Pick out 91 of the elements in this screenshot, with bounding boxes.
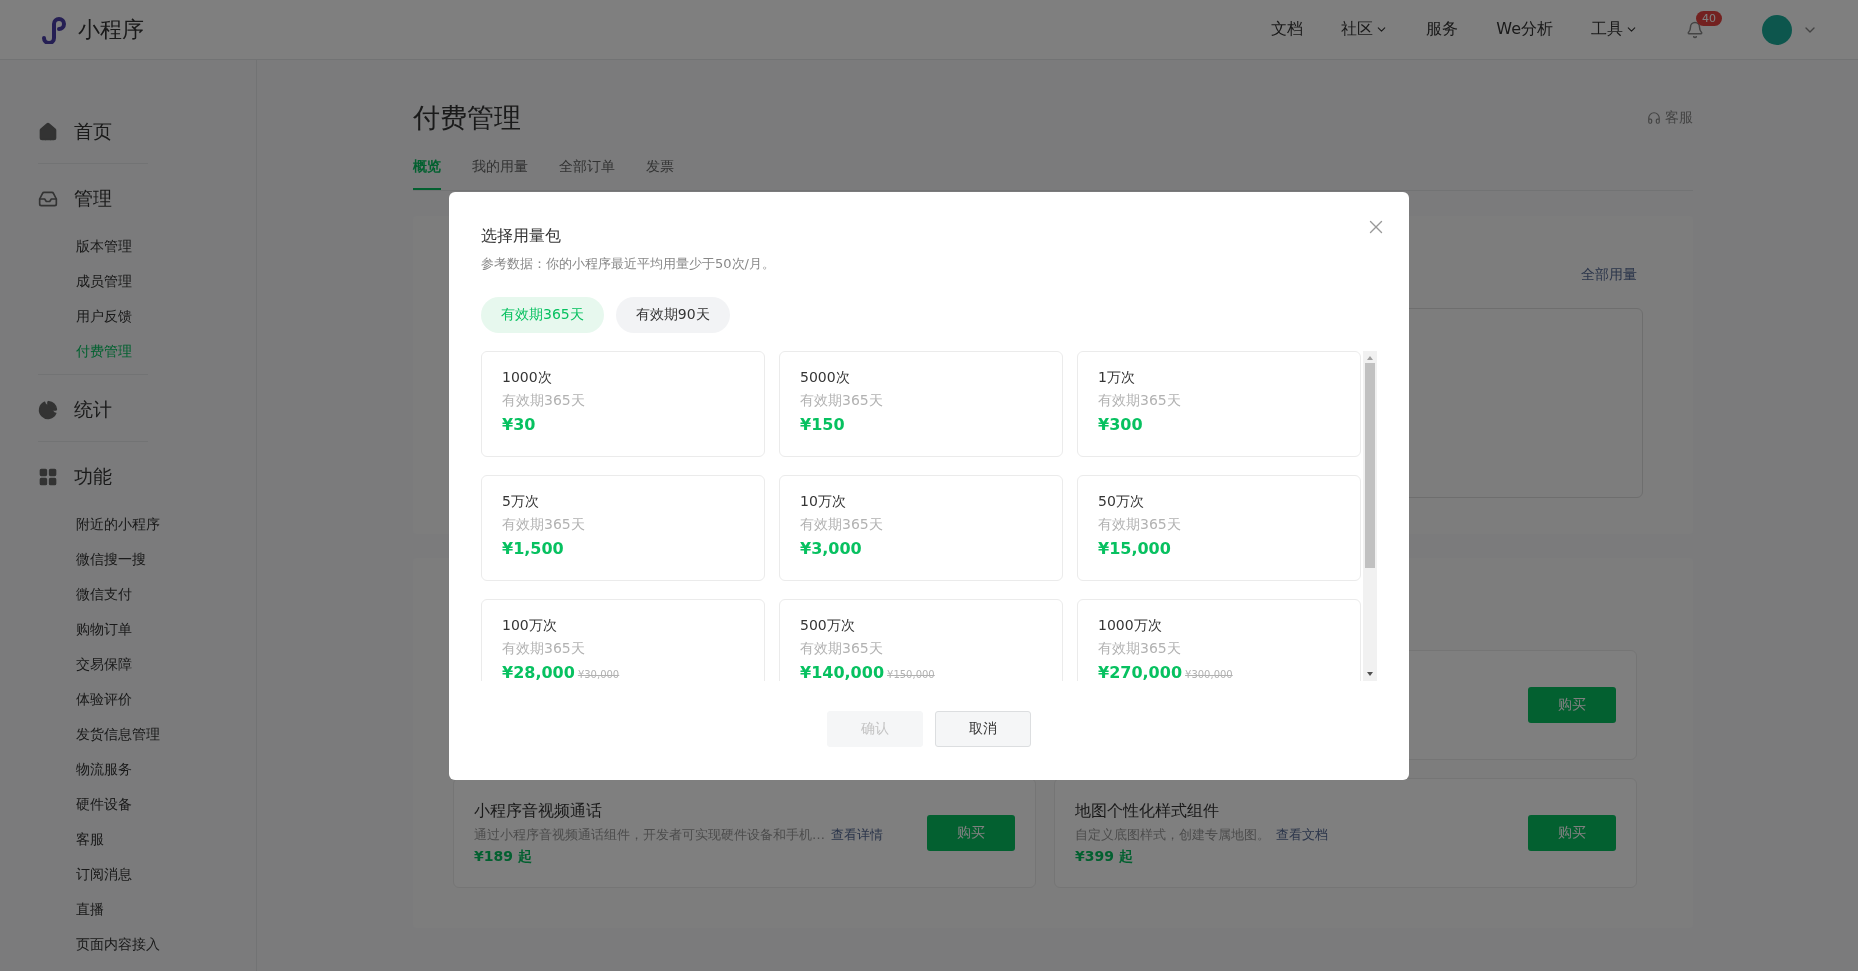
sidebar-item[interactable]: 硬件设备 — [76, 787, 256, 822]
package-card[interactable]: 1万次 有效期365天 ¥300 — [1077, 350, 1361, 457]
original-price: ¥300,000 — [1185, 668, 1233, 680]
nav-link[interactable]: 服务 — [1426, 19, 1459, 40]
tab[interactable]: 全部订单 — [559, 158, 615, 190]
sidebar-item[interactable]: 版本管理 — [76, 229, 256, 264]
sidebar-section[interactable]: 统计 — [74, 397, 112, 423]
pie-chart-icon — [38, 400, 58, 420]
nav-link[interactable]: We分析 — [1496, 19, 1553, 40]
package-price: ¥270,000 — [1098, 662, 1182, 681]
package-price: ¥150 — [800, 414, 845, 434]
original-price: ¥150,000 — [887, 668, 935, 680]
package-count: 100万次 — [502, 616, 558, 635]
package-validity: 有效期365天 — [800, 391, 884, 410]
package-price: ¥3,000 — [800, 538, 862, 558]
package-card[interactable]: 100万次 有效期365天 ¥28,000 ¥30,000 — [481, 598, 765, 681]
product-title: 地图个性化样式组件 — [1075, 800, 1220, 822]
logo-text: 小程序 — [78, 15, 144, 44]
package-price: ¥140,000 — [800, 662, 884, 681]
package-price: ¥30 — [502, 414, 536, 434]
page-title: 付费管理 — [413, 101, 521, 135]
package-card[interactable]: 5000次 有效期365天 ¥150 — [779, 350, 1063, 457]
headset-icon — [1647, 111, 1661, 125]
package-count: 50万次 — [1098, 492, 1145, 511]
sidebar-item[interactable]: 页面内容接入 — [76, 927, 256, 962]
sidebar-item[interactable]: 订阅消息 — [76, 857, 256, 892]
sidebar-item[interactable]: 微信搜一搜 — [76, 542, 256, 577]
package-count: 5万次 — [502, 492, 540, 511]
period-option[interactable]: 有效期365天 — [481, 296, 604, 333]
package-count: 5000次 — [800, 368, 851, 387]
package-validity: 有效期365天 — [502, 515, 586, 534]
original-price: ¥30,000 — [577, 668, 620, 680]
tab[interactable]: 发票 — [646, 158, 674, 190]
package-price: ¥28,000 — [502, 662, 575, 681]
dialog-title: 选择用量包 — [481, 225, 562, 247]
inbox-icon — [38, 189, 58, 209]
detail-link[interactable]: 查看文档 — [1276, 826, 1328, 842]
package-validity: 有效期365天 — [1098, 515, 1182, 534]
sidebar-item[interactable]: 附近的小程序 — [76, 507, 256, 542]
package-card[interactable]: 1000万次 有效期365天 ¥270,000 ¥300,000 — [1077, 598, 1361, 681]
detail-link[interactable]: 查看详情 — [831, 826, 883, 842]
sidebar-item[interactable]: 体验评价 — [76, 682, 256, 717]
usage-link[interactable]: 全部用量 — [1581, 266, 1637, 284]
package-price: ¥1,500 — [502, 538, 564, 558]
sidebar-item[interactable]: 客服 — [76, 822, 256, 857]
home-icon — [38, 122, 58, 142]
package-count: 1万次 — [1098, 368, 1136, 387]
sidebar-item[interactable]: 直播 — [76, 892, 256, 927]
nav-link[interactable]: 工具 — [1591, 19, 1638, 40]
avatar[interactable] — [1762, 14, 1792, 45]
package-validity: 有效期365天 — [800, 639, 884, 658]
sidebar-item[interactable]: 用户反馈 — [76, 299, 256, 334]
bell-icon[interactable] — [1686, 20, 1704, 39]
package-validity: 有效期365天 — [502, 391, 586, 410]
package-count: 1000万次 — [1098, 616, 1163, 635]
package-price: ¥300 — [1098, 414, 1143, 434]
package-validity: 有效期365天 — [1098, 639, 1182, 658]
package-validity: 有效期365天 — [1098, 391, 1182, 410]
period-option[interactable]: 有效期90天 — [615, 296, 730, 333]
package-count: 1000次 — [502, 368, 553, 387]
sidebar-item[interactable]: 成员管理 — [76, 264, 256, 299]
package-card[interactable]: 1000次 有效期365天 ¥30 — [481, 350, 765, 457]
sidebar-item[interactable]: 微信支付 — [76, 577, 256, 612]
sidebar-item[interactable]: 发货信息管理 — [76, 717, 256, 752]
sidebar-item[interactable]: 购物订单 — [76, 612, 256, 647]
scroll-down-icon[interactable] — [1366, 670, 1374, 677]
package-card[interactable]: 10万次 有效期365天 ¥3,000 — [779, 474, 1063, 581]
product-price: ¥189 起 — [474, 847, 533, 866]
sidebar-item[interactable]: 交易保障 — [76, 647, 256, 682]
nav-link[interactable]: 社区 — [1341, 19, 1389, 40]
sidebar-section[interactable]: 管理 — [74, 186, 112, 212]
package-price: ¥15,000 — [1098, 538, 1171, 558]
dialog-note: 参考数据：你的小程序最近平均用量少于50次/月。 — [481, 254, 776, 273]
product-title: 小程序音视频通话 — [474, 800, 603, 822]
sidebar-section[interactable]: 功能 — [74, 464, 112, 490]
notification-badge: 40 — [1696, 10, 1722, 26]
sidebar-section[interactable]: 首页 — [74, 119, 112, 145]
package-card[interactable]: 5万次 有效期365天 ¥1,500 — [481, 474, 765, 581]
tab[interactable]: 我的用量 — [472, 158, 528, 190]
package-count: 10万次 — [800, 492, 847, 511]
package-card[interactable]: 50万次 有效期365天 ¥15,000 — [1077, 474, 1361, 581]
product-price: ¥399 起 — [1075, 847, 1134, 866]
grid-icon — [38, 467, 58, 487]
package-count: 500万次 — [800, 616, 856, 635]
nav-link[interactable]: 文档 — [1271, 19, 1304, 40]
cancel-button[interactable]: 取消 — [935, 710, 1031, 747]
sidebar-item[interactable]: 物流服务 — [76, 752, 256, 787]
scrollbar[interactable] — [1363, 350, 1377, 681]
package-validity: 有效期365天 — [502, 639, 586, 658]
package-card[interactable]: 500万次 有效期365天 ¥140,000 ¥150,000 — [779, 598, 1063, 681]
package-validity: 有效期365天 — [800, 515, 884, 534]
